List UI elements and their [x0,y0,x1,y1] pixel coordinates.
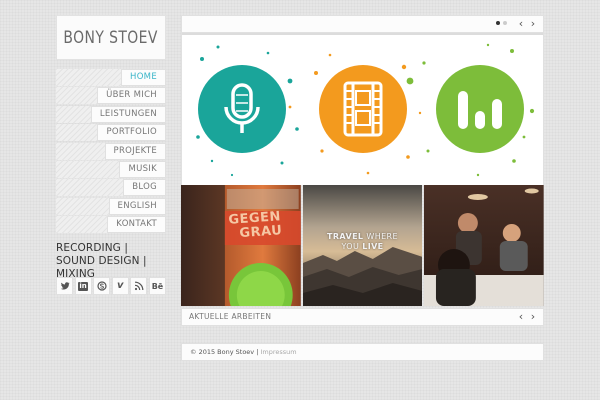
nav-item-english[interactable]: ENGLISH [108,197,166,215]
recent-works-bar: AKTUELLE ARBEITEN ‹ › [181,308,544,326]
behance-label: Bē [151,281,164,291]
recent-works-label: AKTUELLE ARBEITEN [189,312,272,321]
nav-item-home[interactable]: HOME [121,69,166,86]
slider-dots [496,21,507,25]
nav-item-uber-mich[interactable]: ÜBER MICH [97,87,166,105]
vimeo-icon[interactable]: v [111,277,129,295]
recent-prev-button[interactable]: ‹ [516,311,526,323]
main-nav: HOME ÜBER MICH LEISTUNGEN PORTFOLIO PROJ… [56,69,166,235]
slider-controls: ‹ › [181,15,544,33]
linkedin-label: in [77,281,89,291]
gegen-grau-text: GEGEN GRAU [228,209,283,242]
thumbnail-gegen-grau[interactable]: GEGEN GRAU [181,185,301,306]
nav-item-musik[interactable]: MUSIK [119,160,166,178]
film-circle[interactable] [319,65,407,153]
social-links: in v Bē [56,277,166,295]
thumbnail-dinner[interactable] [424,185,545,306]
nav-item-kontakt[interactable]: KONTAKT [107,216,166,234]
recent-next-button[interactable]: › [528,311,538,323]
hero-slide [181,33,544,185]
nav-item-leistungen[interactable]: LEISTUNGEN [90,105,166,123]
nav-item-portfolio[interactable]: PORTFOLIO [97,124,166,142]
slider-prev-button[interactable]: ‹ [516,18,526,30]
behance-icon[interactable]: Bē [148,277,166,295]
copyright-text: © 2015 Bony Stoev | [190,348,259,356]
site-logo-text: BONY STOEV [63,27,159,48]
twitter-icon[interactable] [56,277,73,295]
slider-dot-1[interactable] [496,21,500,25]
slider-next-button[interactable]: › [528,18,538,30]
footer-text: © 2015 Bony Stoev | Impressum [190,348,297,356]
equalizer-circle[interactable] [436,65,524,153]
tagline: RECORDING | SOUND DESIGN | MIXING [56,242,168,281]
impressum-link[interactable]: Impressum [260,348,296,356]
linkedin-icon[interactable]: in [74,277,92,295]
footer: © 2015 Bony Stoev | Impressum [181,343,544,361]
site-logo[interactable]: BONY STOEV [56,15,166,60]
skype-icon[interactable] [93,277,111,295]
tagline-line-1: RECORDING | SOUND DESIGN | [56,242,147,267]
thumbnail-travel[interactable]: TRAVEL WHERE YOU LIVE [302,185,423,306]
travel-caption: TRAVEL WHERE YOU LIVE [327,232,398,251]
microphone-circle[interactable] [198,65,286,153]
nav-item-blog[interactable]: BLOG [123,179,166,197]
rss-icon[interactable] [130,277,148,295]
nav-item-projekte[interactable]: PROJEKTE [104,142,166,160]
recent-works-thumbnails: GEGEN GRAU TRAVEL WHERE YOU LIVE [181,185,545,306]
slider-dot-2[interactable] [503,21,507,25]
vimeo-label: v [117,280,124,291]
